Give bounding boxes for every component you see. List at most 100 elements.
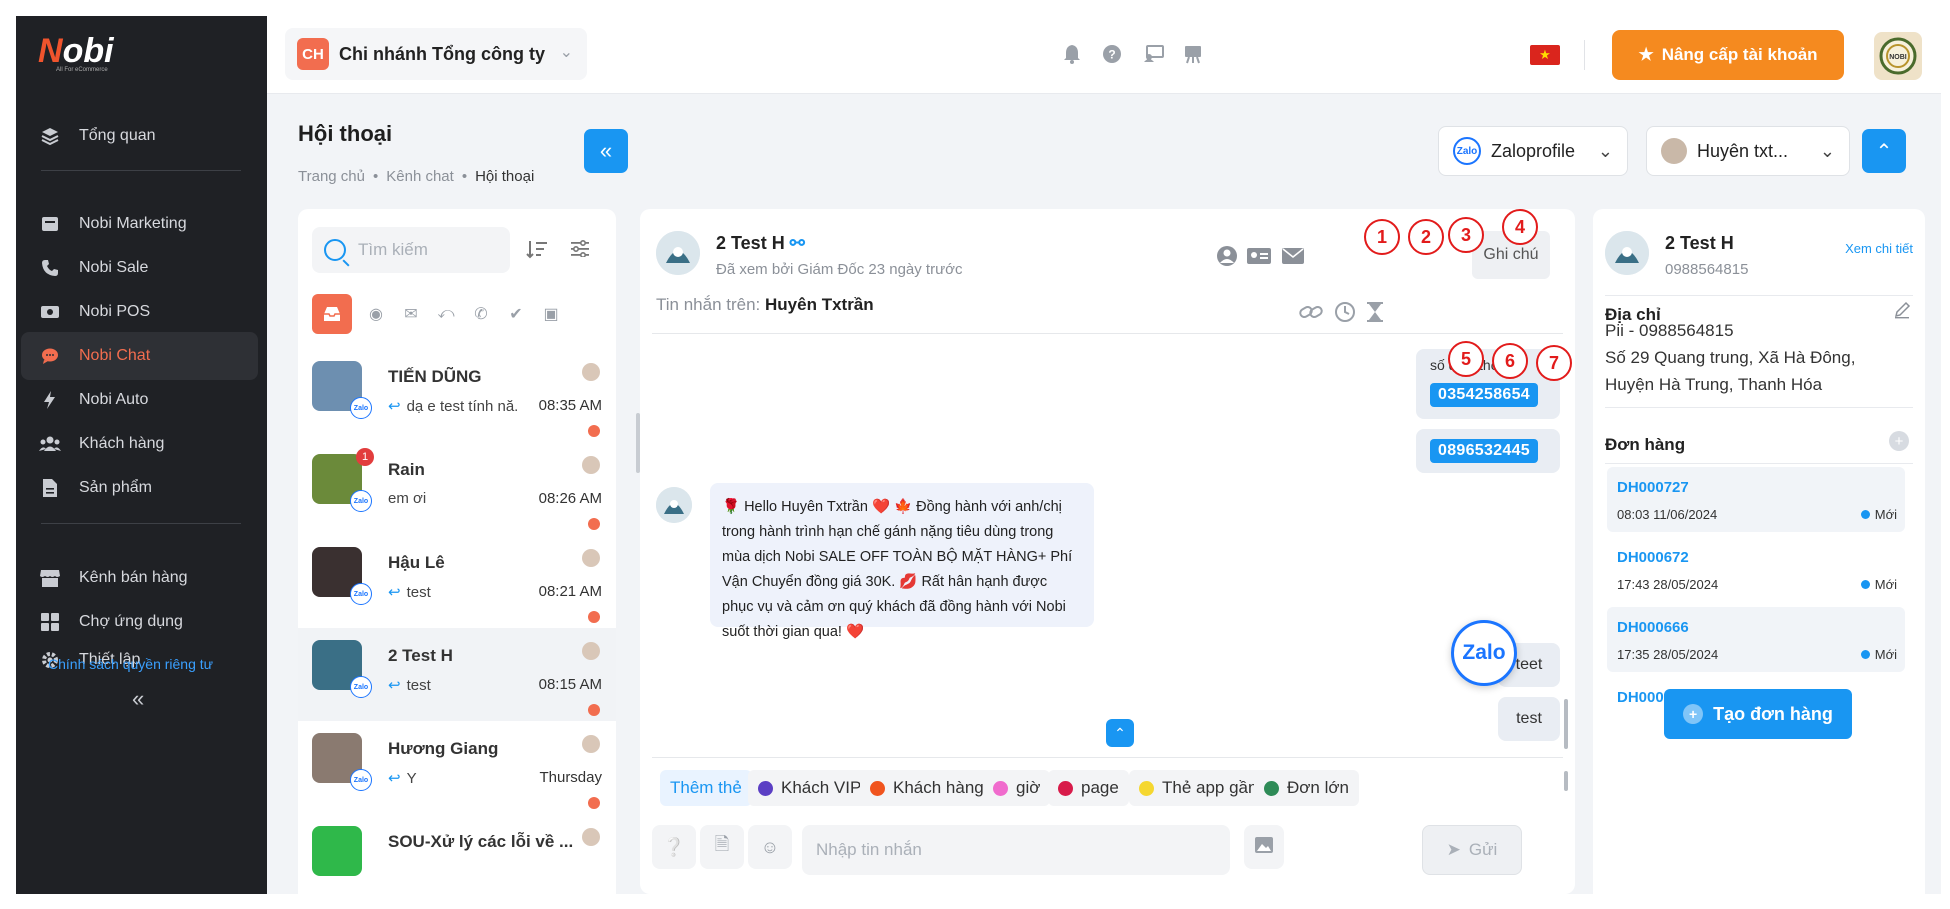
tag-chip[interactable]: page <box>1048 770 1129 806</box>
nobi-logo[interactable]: Nobi All For eCommerce <box>38 32 114 73</box>
tag-color-dot <box>870 780 885 796</box>
conversation-item[interactable]: Zalo Hậu Lê ↩ test 08:21 AM <box>298 535 616 628</box>
edit-icon[interactable] <box>1893 301 1911 319</box>
sidebar-item-apps[interactable]: Chợ ứng dụng <box>21 598 258 646</box>
assignee-avatar <box>582 828 600 846</box>
contact-name: 2 Test H ⚯ <box>716 233 805 253</box>
hourglass-icon[interactable] <box>1362 299 1388 325</box>
tag-chip[interactable]: Đơn lớn <box>1254 770 1359 806</box>
channel-select[interactable]: Zalo Zaloprofile ⌄ <box>1438 126 1628 176</box>
account-select[interactable]: Huyên txt... ⌄ <box>1646 126 1850 176</box>
order-code[interactable]: DH000666 <box>1617 619 1689 636</box>
link-icon[interactable] <box>1298 299 1324 325</box>
add-tag-button[interactable]: Thêm thẻ <box>660 770 752 806</box>
check-circle-icon[interactable]: ✔ <box>501 299 531 329</box>
message-input[interactable]: Nhập tin nhắn <box>802 825 1230 875</box>
conversation-name: Hậu Lê <box>388 553 445 572</box>
send-button[interactable]: ➤ Gửi <box>1422 825 1522 875</box>
conversation-item[interactable]: Zalo 1 Rain em ơi 08:26 AM <box>298 442 616 535</box>
order-date: 17:43 28/05/2024 <box>1617 577 1719 592</box>
branch-selector[interactable]: CH Chi nhánh Tổng công ty ⌄ <box>285 28 587 80</box>
sidebar-item-auto[interactable]: Nobi Auto <box>21 376 258 424</box>
star-icon: ★ <box>1638 45 1654 64</box>
image-button[interactable] <box>1244 825 1284 869</box>
sidebar-item-customers[interactable]: Khách hàng <box>21 420 258 468</box>
tag-chip[interactable]: giờ <box>983 770 1051 806</box>
phone-icon[interactable]: ✆ <box>466 299 496 329</box>
id-card-icon[interactable] <box>1246 243 1272 269</box>
conversation-item[interactable]: Zalo Hương Giang ↩ Y Thursday <box>298 721 616 814</box>
messenger-icon <box>588 518 600 530</box>
order-item[interactable]: DH000666 17:35 28/05/2024 Mới <box>1607 607 1905 672</box>
breadcrumb-home[interactable]: Trang chủ <box>298 168 365 185</box>
tag-color-dot <box>993 780 1008 796</box>
sidebar-item-label: Kênh bán hàng <box>79 569 188 586</box>
sidebar-item-label: Sản phẩm <box>79 479 152 496</box>
svg-text:?: ? <box>1108 48 1115 62</box>
order-item[interactable]: DH000672 17:43 28/05/2024 Mới <box>1607 537 1905 602</box>
filter-settings-icon[interactable] <box>570 239 590 262</box>
email-icon[interactable]: ✉ <box>396 299 426 329</box>
bell-icon[interactable] <box>1061 43 1083 65</box>
phone-tag[interactable]: 0896532445 <box>1430 439 1538 463</box>
add-order-icon[interactable]: + <box>1889 431 1909 451</box>
sidebar-item-overview[interactable]: Tổng quan <box>21 112 258 160</box>
collapse-header-button[interactable]: ⌃ <box>1862 129 1906 173</box>
account-avatar[interactable]: NOBI <box>1874 32 1922 80</box>
training-icon[interactable] <box>1182 43 1204 65</box>
address-block: Pii - 0988564815 Số 29 Quang trung, Xã H… <box>1605 317 1855 398</box>
scroll-up-button[interactable]: ⌃ <box>1106 719 1134 747</box>
filter-inbox-icon[interactable] <box>312 294 352 334</box>
user-avatar-icon <box>1661 138 1687 164</box>
clock-icon[interactable] <box>1332 299 1358 325</box>
sidebar-item-sale[interactable]: Nobi Sale <box>21 244 258 292</box>
help-button[interactable]: ❔ <box>652 825 696 869</box>
tag-chip[interactable]: Thẻ app gần <box>1129 770 1268 806</box>
sidebar-item-pos[interactable]: Nobi POS <box>21 288 258 336</box>
order-code[interactable]: DH000727 <box>1617 479 1689 496</box>
conversation-item[interactable]: Zalo TIẾN DŨNG ↩ dạ e test tính nă... 08:35 … <box>298 349 616 442</box>
order-item[interactable]: DH000727 08:03 11/06/2024 Mới <box>1607 467 1905 532</box>
mail-icon[interactable] <box>1280 243 1306 269</box>
sidebar-item-marketing[interactable]: Nobi Marketing <box>21 200 258 248</box>
search-input[interactable]: Tìm kiếm <box>312 227 510 273</box>
collapse-panel-button[interactable]: « <box>584 129 628 173</box>
collapse-sidebar-button[interactable]: « <box>132 686 144 712</box>
file-button[interactable]: 🗎 <box>700 825 744 869</box>
sidebar-item-chat[interactable]: Nobi Chat <box>21 332 258 380</box>
search-placeholder: Tìm kiếm <box>358 240 428 259</box>
emoji-button[interactable]: ☺ <box>748 825 792 869</box>
conversation-item[interactable]: SOU-Xử lý các lỗi về ... <box>298 814 616 894</box>
tags-scrollbar[interactable] <box>1564 771 1568 791</box>
orders-title: Đơn hàng <box>1605 435 1686 454</box>
order-code[interactable]: DH000672 <box>1617 549 1689 566</box>
create-order-button[interactable]: + Tạo đơn hàng <box>1664 689 1852 739</box>
tag-chip[interactable]: Khách VIP <box>748 770 872 806</box>
vietnam-flag-icon[interactable]: ★ <box>1530 45 1560 65</box>
sort-icon[interactable] <box>526 239 548 264</box>
sidebar-item-label: Tổng quan <box>79 127 156 144</box>
messenger-icon[interactable]: ◉ <box>361 299 391 329</box>
zalo-chat-fab[interactable]: Zalo <box>1451 620 1517 686</box>
messenger-icon <box>588 611 600 623</box>
box-icon[interactable]: ▣ <box>536 299 566 329</box>
tag-chip[interactable]: Khách hàng <box>860 770 994 806</box>
privacy-link[interactable]: Chính sách quyền riêng tư <box>48 656 213 672</box>
phone-icon <box>39 257 61 279</box>
chat-scrollbar[interactable] <box>1564 699 1568 749</box>
user-profile-icon[interactable] <box>1214 243 1240 269</box>
conversation-preview: ↩ dạ e test tính nă... <box>388 398 518 415</box>
reply-all-icon[interactable]: ⤺ <box>431 299 461 329</box>
sidebar-item-channels[interactable]: Kênh bán hàng <box>21 554 258 602</box>
breadcrumb-chat-channel[interactable]: Kênh chat <box>386 168 454 185</box>
phone-tag[interactable]: 0354258654 <box>1430 383 1538 407</box>
zalo-badge-icon: Zalo <box>350 676 372 698</box>
upgrade-account-button[interactable]: ★ Nâng cấp tài khoản <box>1612 30 1844 80</box>
reply-icon: ↩ <box>388 677 401 694</box>
sidebar-item-products[interactable]: Sản phẩm <box>21 464 258 512</box>
conversation-item[interactable]: Zalo 2 Test H ↩ test 08:15 AM <box>298 628 616 721</box>
callout-1: 1 <box>1364 219 1400 255</box>
screen-share-icon[interactable] <box>1143 43 1165 65</box>
help-icon[interactable]: ? <box>1101 43 1123 65</box>
view-detail-link[interactable]: Xem chi tiết <box>1845 241 1913 256</box>
